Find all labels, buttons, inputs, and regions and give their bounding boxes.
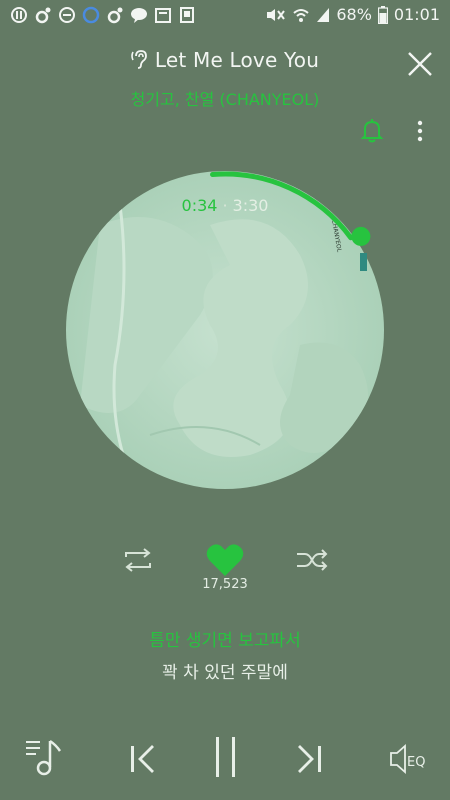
pause-icon	[216, 737, 235, 777]
previous-button[interactable]	[128, 743, 158, 779]
do-not-disturb-icon	[58, 6, 76, 24]
wifi-icon	[293, 8, 309, 22]
lyric-current-line[interactable]: 틈만 생기면 보고파서	[0, 626, 450, 651]
battery-percent: 68%	[336, 5, 372, 24]
next-button[interactable]	[294, 743, 324, 779]
shuffle-button[interactable]	[294, 546, 330, 574]
hearing-icon	[131, 50, 147, 69]
elapsed-time: 0:34	[181, 196, 218, 215]
calendar-icon	[154, 6, 172, 24]
previous-icon	[131, 745, 154, 773]
status-bar: 68% 01:01	[0, 0, 450, 30]
bell-icon	[360, 119, 384, 143]
like-count: 17,523	[202, 577, 248, 592]
equalizer-button[interactable]: EQ	[388, 743, 432, 779]
repeat-icon	[125, 548, 151, 572]
sync-icon	[82, 6, 100, 24]
song-title: Let Me Love You	[154, 48, 320, 72]
next-icon	[298, 745, 321, 773]
close-button[interactable]	[404, 48, 436, 80]
close-icon	[408, 52, 432, 76]
heart-icon	[206, 544, 244, 576]
app-notification-icon	[10, 6, 28, 24]
music-notification-icon	[34, 6, 52, 24]
repeat-button[interactable]	[120, 546, 156, 574]
album-tag	[360, 253, 367, 271]
progress-knob[interactable]	[351, 226, 371, 246]
pause-button[interactable]	[212, 735, 240, 783]
notification-icons	[10, 6, 196, 24]
playlist-icon	[26, 739, 62, 776]
battery-icon	[377, 5, 388, 24]
artist-name[interactable]: 청기고, 찬열 (CHANYEOL)	[0, 86, 450, 110]
total-duration: 3:30	[232, 196, 269, 215]
song-title-row: Let Me Love You	[0, 48, 450, 72]
signal-icon	[317, 7, 330, 22]
music-notification-icon-2	[106, 6, 124, 24]
equalizer-icon: EQ	[390, 744, 425, 774]
time-separator: ·	[222, 196, 228, 215]
time-display: 0:34 · 3:30	[150, 196, 300, 215]
playlist-button[interactable]	[24, 735, 64, 781]
mute-icon	[267, 8, 286, 21]
eq-label: EQ	[407, 755, 425, 770]
playback-controls: EQ	[0, 735, 450, 785]
alarm-button[interactable]	[360, 118, 384, 144]
system-status: 68% 01:01	[264, 5, 440, 24]
shuffle-icon	[297, 549, 328, 571]
clock: 01:01	[393, 5, 440, 24]
like-button[interactable]	[205, 542, 245, 578]
news-icon	[178, 6, 196, 24]
chat-icon	[130, 6, 148, 24]
more-options-button[interactable]	[412, 118, 428, 144]
more-vertical-icon	[417, 120, 423, 142]
lyric-next-line[interactable]: 꽉 차 있던 주말에	[0, 658, 450, 683]
